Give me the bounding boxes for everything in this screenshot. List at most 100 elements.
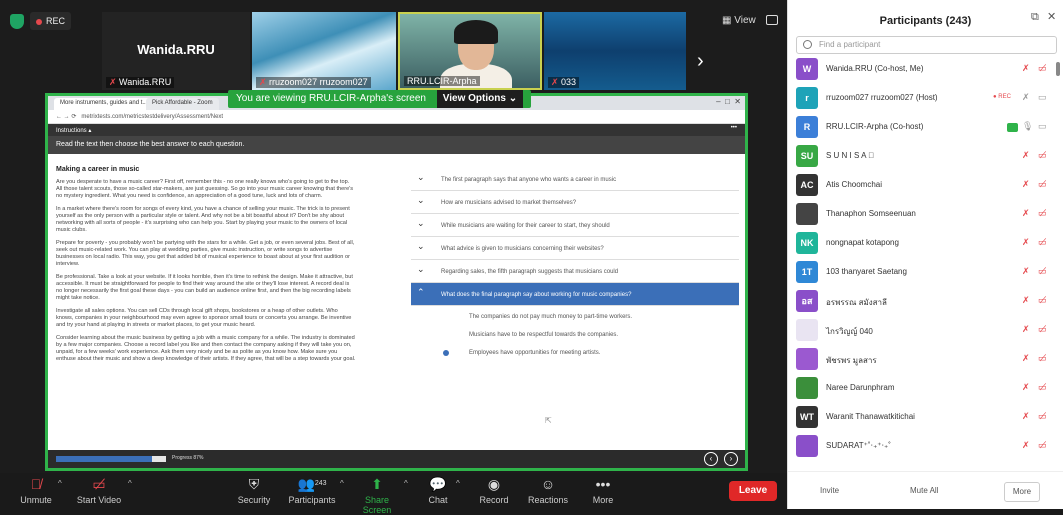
muted-mic-icon: ✗ — [1022, 63, 1030, 73]
search-placeholder: Find a participant — [819, 40, 881, 49]
participant-name: พัชรพร มูลสาร — [826, 356, 877, 365]
scrollbar[interactable] — [1056, 62, 1060, 76]
participant-name: RRU.LCIR-Arpha (Co-host) — [826, 122, 924, 131]
participant-row[interactable]: r rruzoom027 rruzoom027 (Host) ● REC ✗ ▭ — [788, 84, 1056, 113]
participant-name: 103 thanyaret Saetang — [826, 267, 907, 276]
participant-row[interactable]: SU S U N I S A ⃝ ✗ ▭̸ — [788, 142, 1056, 171]
security-button[interactable]: ⛨ Security — [236, 475, 272, 505]
next-icon[interactable]: › — [724, 452, 738, 466]
more-button[interactable]: ••• More — [588, 475, 618, 505]
panel-footer: Invite Mute All More — [788, 471, 1063, 509]
answer-option[interactable]: Musicians have to be respectful towards … — [441, 329, 739, 347]
unmute-button[interactable]: 🎙̸ Unmute — [18, 475, 54, 505]
participant-row[interactable]: WT Waranit Thanawatkitichai ✗ ▭̸ — [788, 403, 1056, 432]
reactions-button[interactable]: ☺ Reactions — [526, 475, 570, 505]
avatar: 1T — [796, 261, 818, 283]
popout-icon[interactable]: ⧉ — [1031, 10, 1039, 24]
passage-title: Making a career in music — [56, 166, 140, 173]
video-tile[interactable]: Wanida.RRU ✗ Wanida.RRU — [102, 12, 250, 90]
more-icon: ••• — [595, 476, 611, 492]
browser-tab[interactable]: Pick Affordable - Zoom — [146, 98, 219, 110]
mute-all-button[interactable]: Mute All — [910, 482, 938, 502]
avatar: r — [796, 87, 818, 109]
view-button[interactable]: ▦ View — [722, 15, 756, 26]
participant-row[interactable]: พัชรพร มูลสาร ✗ ▭̸ — [788, 345, 1056, 374]
participant-row[interactable]: Naree Darunphram ✗ ▭̸ — [788, 374, 1056, 403]
participant-name: Naree Darunphram — [826, 383, 895, 392]
window-controls[interactable]: – □ ✕ — [716, 97, 741, 106]
participant-row[interactable]: ไกรวิญญ์ 040 ✗ ▭̸ — [788, 316, 1056, 345]
question-item[interactable]: ⌄ While musicians are waiting for their c… — [411, 214, 739, 237]
avatar — [796, 435, 818, 457]
answer-option[interactable]: The companies do not pay much money to p… — [441, 311, 739, 329]
participant-name: ไกรวิญญ์ 040 — [826, 327, 873, 336]
tile-name: ✗ 033 — [548, 77, 580, 88]
search-input[interactable]: Find a participant — [796, 36, 1057, 54]
video-tile-active-speaker[interactable]: RRU.LCIR-Arpha — [398, 12, 542, 90]
participant-row[interactable]: Thanaphon Somseenuan ✗ ▭̸ — [788, 200, 1056, 229]
participant-name: rruzoom027 rruzoom027 (Host) — [826, 93, 938, 102]
participant-row[interactable]: R RRU.LCIR-Arpha (Co-host) 🎙 ▭ — [788, 113, 1056, 142]
record-icon: ◉ — [487, 476, 501, 492]
share-screen-button[interactable]: ⬆ Share Screen — [350, 475, 404, 515]
video-off-icon: ▭̸ — [92, 476, 106, 492]
question-list: ⌄ The first paragraph says that anyone wh… — [411, 168, 739, 365]
muted-mic-icon: ✗ — [1022, 440, 1030, 450]
answer-options: The companies do not pay much money to p… — [411, 306, 739, 365]
participant-row[interactable]: 1T 103 thanyaret Saetang ✗ ▭̸ — [788, 258, 1056, 287]
search-icon — [803, 40, 812, 49]
browser-tab[interactable]: More instruments, guides and t... — [54, 98, 154, 110]
participant-row[interactable]: NK nongnapat kotapong ✗ ▭̸ — [788, 229, 1056, 258]
more-options-icon[interactable]: ••• — [731, 125, 737, 131]
video-tile[interactable]: ✗ rruzoom027 rruzoom027 — [252, 12, 396, 90]
address-bar[interactable]: ← → ⟳ metrixtests.com/metricstestdeliver… — [48, 110, 745, 124]
question-item[interactable]: ⌄ How are musicians advised to market the… — [411, 191, 739, 214]
answer-option-selected[interactable]: Employees have opportunities for meeting… — [441, 347, 739, 365]
avatar: WT — [796, 406, 818, 428]
participant-row[interactable]: SUDARAT⁺˚‧₊⁺‧₊˚ ✗ ▭̸ — [788, 432, 1056, 461]
chevron-up-icon[interactable]: ^ — [340, 479, 344, 488]
chat-button[interactable]: 💬 Chat — [424, 475, 452, 505]
question-item[interactable]: ⌄ Regarding sales, the fifth paragraph su… — [411, 260, 739, 283]
question-item[interactable]: ⌄ The first paragraph says that anyone wh… — [411, 168, 739, 191]
record-button[interactable]: ◉ Record — [476, 475, 512, 505]
tile-name: ✗ rruzoom027 rruzoom027 — [256, 77, 371, 88]
instruction-text: Read the text then choose the best answe… — [48, 136, 745, 154]
instructions-toggle[interactable]: Instructions — [56, 128, 87, 134]
participant-row[interactable]: AC Atis Choomchai ✗ ▭̸ — [788, 171, 1056, 200]
close-icon[interactable]: ✕ — [1047, 10, 1056, 24]
minimize-icon[interactable] — [766, 15, 778, 25]
video-tile[interactable]: ✗ 033 — [544, 12, 686, 90]
passage-paragraph: In a market where there's room for songs… — [56, 206, 350, 233]
video-off-icon: ▭̸ — [1038, 266, 1047, 276]
view-options-button[interactable]: View Options ⌄ — [436, 90, 524, 108]
avatar — [796, 348, 818, 370]
participant-name: Thanaphon Somseenuan — [826, 209, 916, 218]
shared-screen: More instruments, guides and t... Pick A… — [45, 93, 748, 471]
participants-panel: Participants (243) ⧉ ✕ Find a participan… — [787, 0, 1063, 509]
panel-title: Participants (243) ⧉ ✕ — [879, 10, 1057, 27]
chevron-up-icon[interactable]: ^ — [128, 479, 132, 488]
passage-paragraph: Prepare for poverty - you probably won't… — [56, 240, 355, 267]
muted-mic-icon: ✗ — [1022, 382, 1030, 392]
share-screen-icon: ⬆ — [371, 476, 383, 492]
participant-row[interactable]: W Wanida.RRU (Co-host, Me) ✗ ▭̸ — [788, 55, 1056, 84]
chevron-up-icon[interactable]: ^ — [404, 479, 408, 488]
invite-button[interactable]: Invite — [820, 482, 839, 502]
participant-name: nongnapat kotapong — [826, 238, 899, 247]
start-video-button[interactable]: ▭̸ Start Video — [74, 475, 124, 505]
video-off-icon: ▭̸ — [1038, 179, 1047, 189]
participants-button[interactable]: 👥243 Participants — [286, 475, 338, 505]
recording-icon: ● REC — [993, 94, 1011, 100]
participant-row[interactable]: อส อรพรรณ สมังสาลี ✗ ▭̸ — [788, 287, 1056, 316]
instructions-bar: Instructions ▴ ••• — [48, 124, 745, 136]
leave-button[interactable]: Leave — [729, 481, 777, 501]
chevron-up-icon[interactable]: ^ — [58, 479, 62, 488]
previous-icon[interactable]: ‹ — [704, 452, 718, 466]
more-button[interactable]: More — [1004, 482, 1040, 502]
chevron-down-icon: ⌄ — [417, 264, 425, 274]
question-item[interactable]: ⌄ What advice is given to musicians conce… — [411, 237, 739, 260]
question-item-active[interactable]: ⌃ What does the final paragraph say about… — [411, 283, 739, 306]
chevron-up-icon[interactable]: ^ — [456, 479, 460, 488]
chevron-right-icon[interactable]: › — [697, 50, 704, 73]
